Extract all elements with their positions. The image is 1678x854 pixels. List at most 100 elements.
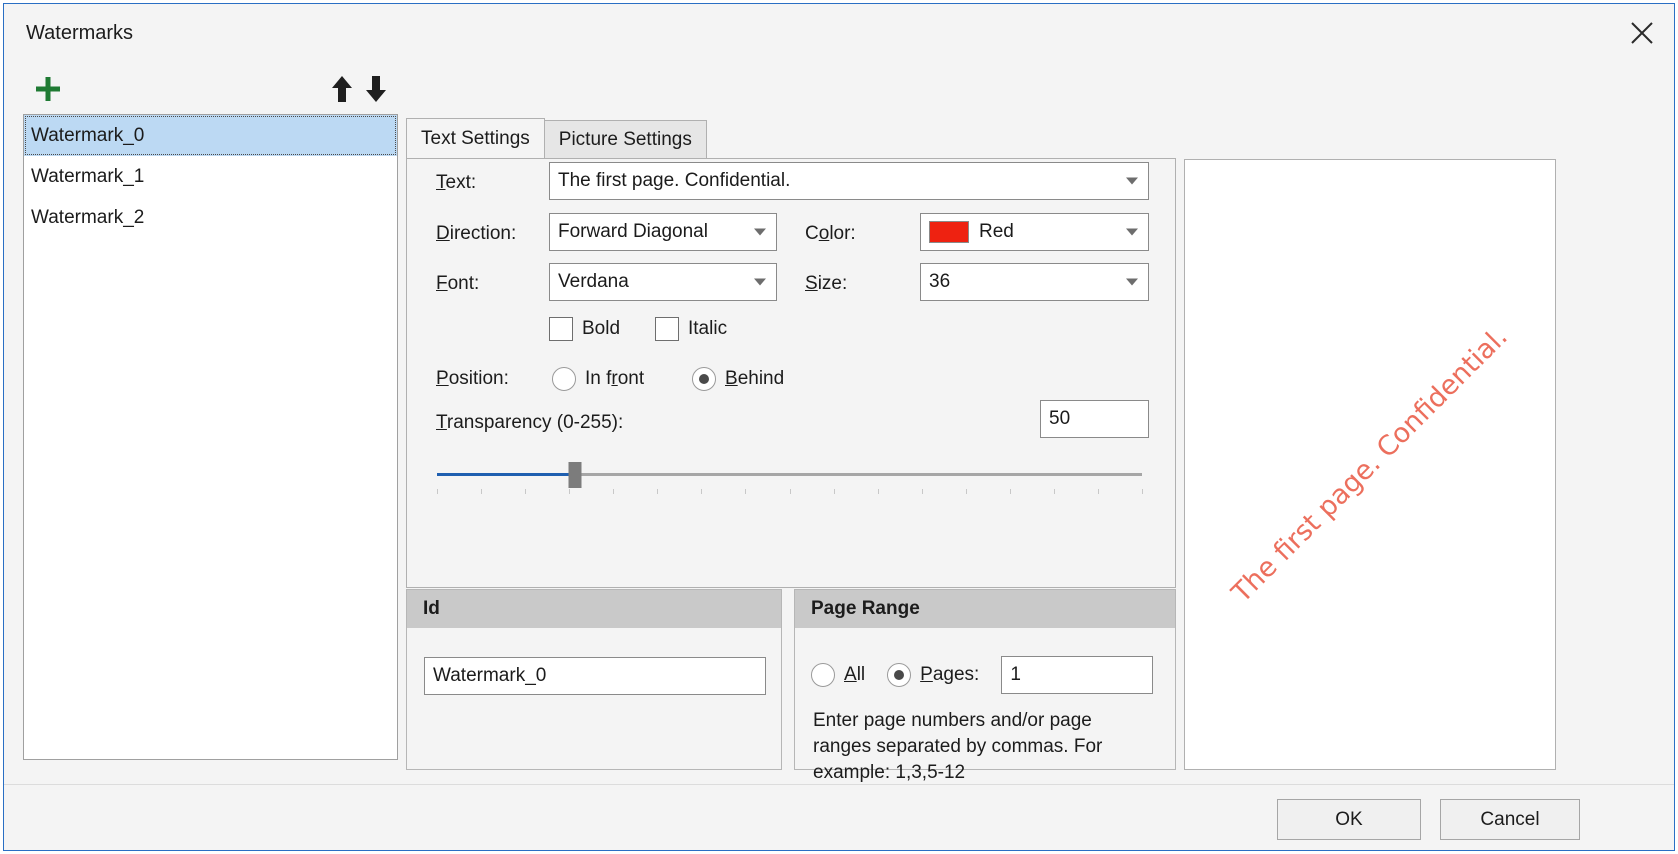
font-label-rest: ont: [448, 273, 480, 294]
page-range-group-header: Page Range [795, 590, 1175, 628]
list-item-label: Watermark_2 [31, 207, 144, 229]
watermarks-dialog: Watermarks [3, 3, 1675, 851]
page-range-radio-pages[interactable]: Pages: [887, 663, 991, 687]
id-group-header: Id [407, 590, 781, 628]
color-label-pre: C [805, 223, 819, 244]
direction-value: Forward Diagonal [558, 221, 708, 243]
color-swatch [929, 221, 969, 243]
pages-input[interactable]: 1 [1001, 656, 1153, 694]
radio-dot [692, 367, 716, 391]
pages-label-accel: P [920, 664, 933, 685]
color-value: Red [979, 221, 1014, 243]
ok-button-label: OK [1335, 809, 1362, 831]
list-toolbar [23, 68, 398, 114]
text-settings-panel: Text: The first page. Confidential. Dire… [406, 158, 1176, 588]
title-bar: Watermarks [4, 4, 1674, 62]
preview-watermark-text: The first page. Confidential. [1226, 321, 1514, 609]
slider-track-filled [437, 473, 575, 476]
chevron-down-icon[interactable] [754, 229, 766, 236]
cancel-button-label: Cancel [1480, 809, 1539, 831]
in-front-label: In front [585, 368, 644, 390]
tab-label: Picture Settings [559, 129, 692, 151]
all-label: All [844, 664, 865, 686]
size-label: Size: [805, 273, 847, 295]
behind-label-accel: B [725, 368, 738, 389]
page-range-group: Page Range All Pages: 1 Enter page numb [794, 589, 1176, 770]
id-input-value: Watermark_0 [433, 665, 546, 687]
list-item-label: Watermark_1 [31, 166, 144, 188]
arrow-down-icon[interactable] [362, 74, 390, 104]
chevron-down-icon[interactable] [754, 279, 766, 286]
color-label: Color: [805, 223, 856, 245]
list-item-label: Watermark_0 [31, 125, 144, 147]
plus-icon[interactable] [31, 72, 65, 106]
text-label: Text: [436, 172, 476, 194]
close-icon[interactable] [1610, 4, 1674, 62]
tab-picture-settings[interactable]: Picture Settings [544, 120, 707, 158]
chevron-down-icon[interactable] [1126, 229, 1138, 236]
id-input[interactable]: Watermark_0 [424, 657, 766, 695]
transparency-input[interactable]: 50 [1040, 400, 1149, 438]
list-item[interactable]: Watermark_2 [24, 197, 397, 238]
size-select[interactable]: 36 [920, 263, 1149, 301]
tab-text-settings[interactable]: Text Settings [406, 118, 545, 158]
radio-dot [552, 367, 576, 391]
all-label-rest: ll [857, 664, 865, 685]
page-range-group-body: All Pages: 1 Enter page numbers and/or p… [795, 628, 1175, 769]
id-group: Id Watermark_0 [406, 589, 782, 770]
radio-dot [887, 663, 911, 687]
watermark-listbox[interactable]: Watermark_0 Watermark_1 Watermark_2 [23, 114, 398, 760]
direction-label-accel: D [436, 223, 450, 244]
cancel-button[interactable]: Cancel [1440, 799, 1580, 840]
position-radio-behind[interactable]: Behind [692, 367, 784, 391]
font-label: Font: [436, 273, 479, 295]
pages-label: Pages: [920, 664, 979, 686]
list-item[interactable]: Watermark_1 [24, 156, 397, 197]
behind-label: Behind [725, 368, 784, 390]
bold-label: Bold [582, 318, 620, 340]
watermark-preview: The first page. Confidential. [1184, 159, 1556, 770]
text-input-value: The first page. Confidential. [558, 170, 790, 192]
font-select[interactable]: Verdana [549, 263, 777, 301]
watermark-list-panel: Watermark_0 Watermark_1 Watermark_2 [23, 68, 398, 760]
italic-checkbox[interactable]: Italic [655, 317, 727, 341]
behind-label-rest: ehind [738, 368, 785, 389]
italic-label: Italic [688, 318, 727, 340]
tab-label: Text Settings [421, 128, 530, 150]
arrow-up-icon[interactable] [328, 74, 356, 104]
transparency-slider[interactable] [437, 459, 1142, 493]
tabstrip: Text Settings Picture Settings [406, 118, 707, 158]
checkbox-box [655, 317, 679, 341]
chevron-down-icon[interactable] [1126, 178, 1138, 185]
slider-ticks [437, 489, 1142, 495]
transparency-label-rest: ransparency (0-255): [447, 412, 623, 433]
page-range-help-text: Enter page numbers and/or page ranges se… [813, 708, 1143, 787]
size-label-accel: S [805, 273, 818, 294]
page-range-radio-all[interactable]: All [811, 663, 865, 687]
transparency-value: 50 [1049, 408, 1070, 430]
dialog-footer: OK Cancel [4, 784, 1674, 850]
position-label-rest: osition: [449, 368, 509, 389]
dialog-body: Watermark_0 Watermark_1 Watermark_2 Text… [4, 62, 1674, 784]
pages-input-value: 1 [1010, 664, 1021, 686]
ok-button[interactable]: OK [1277, 799, 1421, 840]
direction-select[interactable]: Forward Diagonal [549, 213, 777, 251]
color-label-rest: lor: [829, 223, 855, 244]
font-label-accel: F [436, 273, 448, 294]
checkbox-box [549, 317, 573, 341]
position-radio-in-front[interactable]: In front [552, 367, 644, 391]
transparency-label: Transparency (0-255): [436, 412, 623, 434]
color-select[interactable]: Red [920, 213, 1149, 251]
text-label-rest: ext: [446, 172, 477, 193]
chevron-down-icon[interactable] [1126, 279, 1138, 286]
direction-label-rest: irection: [450, 223, 517, 244]
id-group-body: Watermark_0 [407, 628, 781, 769]
text-input[interactable]: The first page. Confidential. [549, 162, 1149, 200]
list-item[interactable]: Watermark_0 [24, 115, 397, 156]
bold-checkbox[interactable]: Bold [549, 317, 620, 341]
slider-track[interactable] [437, 473, 1142, 477]
slider-thumb[interactable] [569, 462, 582, 488]
position-label: Position: [436, 368, 509, 390]
page-range-row: All Pages: 1 [811, 656, 1153, 694]
font-value: Verdana [558, 271, 629, 293]
